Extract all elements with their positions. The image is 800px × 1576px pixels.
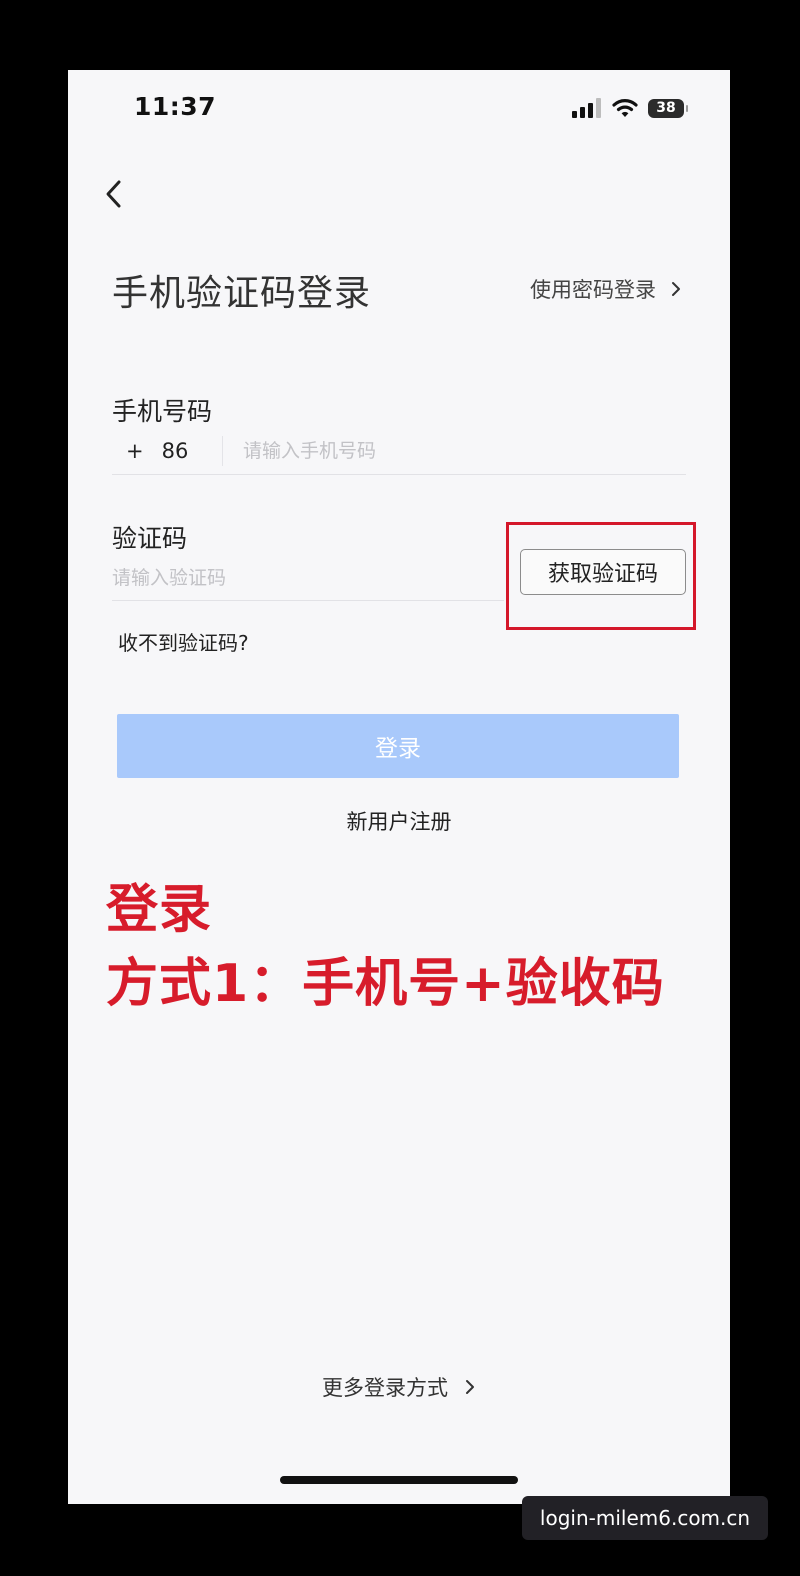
country-code-selector[interactable]: + 86 bbox=[112, 439, 222, 463]
watermark-label: login-milem6.com.cn bbox=[522, 1496, 768, 1540]
code-input-row bbox=[112, 556, 504, 601]
home-indicator bbox=[280, 1476, 518, 1484]
chevron-left-icon bbox=[106, 180, 121, 208]
back-button[interactable] bbox=[100, 174, 130, 214]
status-bar: 11:37 38 bbox=[68, 70, 730, 146]
login-button[interactable]: 登录 bbox=[117, 714, 679, 778]
wifi-icon bbox=[612, 99, 638, 117]
battery-level: 38 bbox=[656, 99, 676, 116]
annotation-line-2: 方式1：手机号+验收码 bbox=[106, 954, 665, 1014]
chevron-right-icon bbox=[672, 282, 680, 296]
code-field-label: 验证码 bbox=[112, 524, 188, 553]
chevron-right-icon bbox=[466, 1380, 474, 1394]
cellular-signal-icon bbox=[572, 98, 601, 118]
get-code-button[interactable]: 获取验证码 bbox=[520, 549, 686, 595]
country-code-value: 86 bbox=[161, 439, 189, 463]
page-title: 手机验证码登录 bbox=[112, 273, 372, 314]
password-login-link[interactable]: 使用密码登录 bbox=[530, 274, 682, 304]
battery-icon: 38 bbox=[648, 98, 688, 118]
phone-number-input[interactable] bbox=[243, 440, 663, 462]
country-code-plus: + bbox=[126, 439, 144, 463]
no-code-link[interactable]: 收不到验证码? bbox=[118, 627, 249, 656]
verification-code-input[interactable] bbox=[112, 567, 492, 589]
divider bbox=[222, 436, 223, 466]
status-icons: 38 bbox=[572, 98, 688, 118]
annotation-line-1: 登录 bbox=[106, 880, 213, 940]
status-time: 11:37 bbox=[134, 92, 217, 121]
more-login-methods-link[interactable]: 更多登录方式 bbox=[68, 1372, 730, 1402]
register-link[interactable]: 新用户注册 bbox=[68, 806, 730, 836]
password-login-label: 使用密码登录 bbox=[530, 278, 656, 302]
phone-screen: 11:37 38 手机验证码登录 使用密码登录 手机号码 + 86 请输入手机号… bbox=[68, 70, 730, 1504]
phone-input-row: + 86 bbox=[112, 428, 686, 475]
more-login-label: 更多登录方式 bbox=[322, 1376, 448, 1400]
phone-field-label: 手机号码 bbox=[112, 397, 213, 426]
